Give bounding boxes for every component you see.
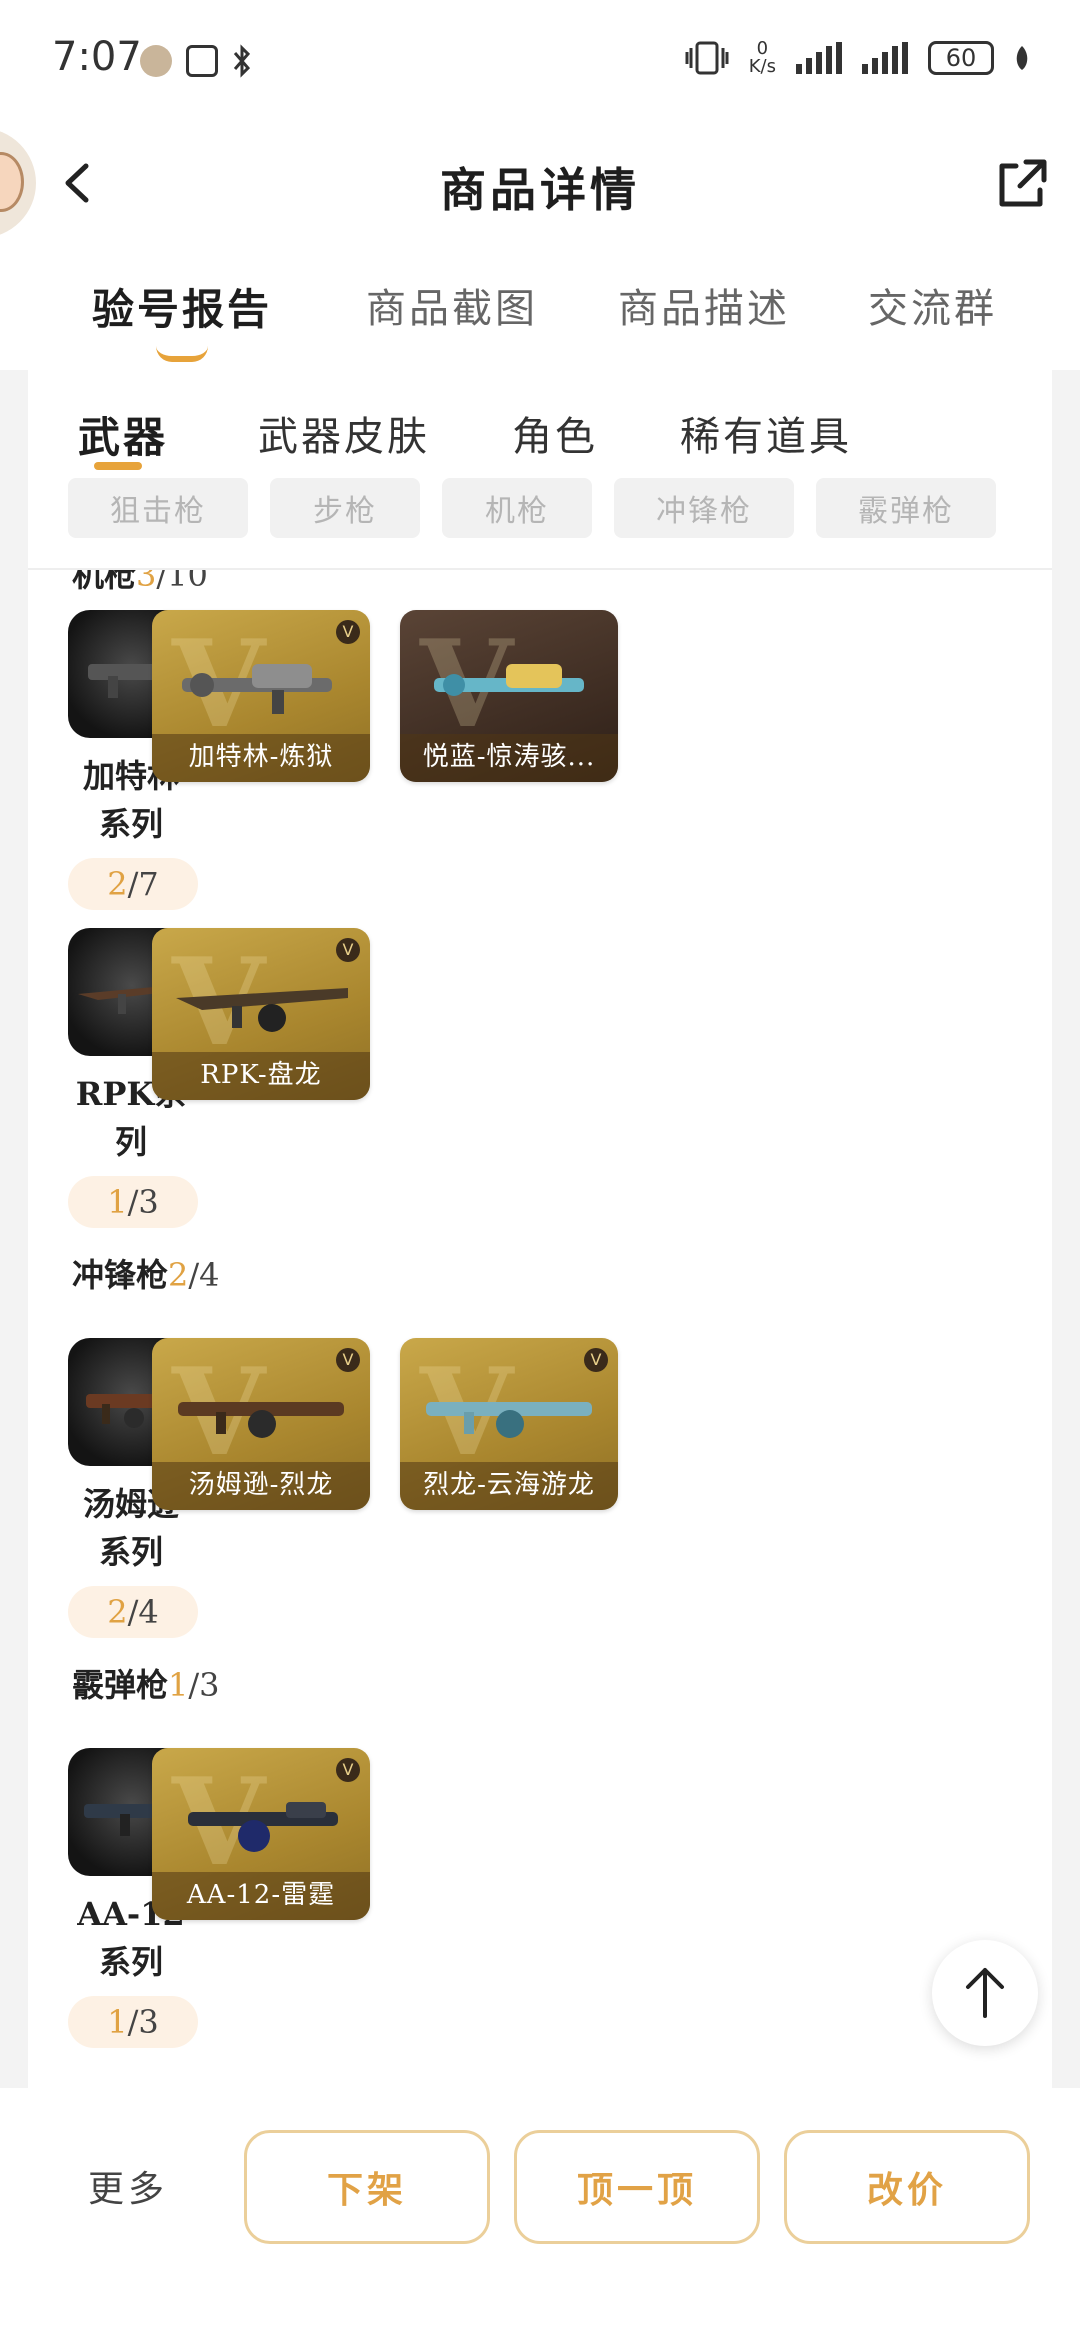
signal-icon bbox=[796, 42, 842, 74]
chip-sniper[interactable]: 狙击枪 bbox=[68, 478, 248, 538]
chip-shotgun[interactable]: 霰弹枪 bbox=[816, 478, 996, 538]
app-notification-icon bbox=[140, 45, 172, 77]
top-nav: 商品详情 bbox=[0, 120, 1080, 250]
skin-card[interactable]: V V RPK-盘龙 bbox=[152, 928, 370, 1100]
tab-inspection-report[interactable]: 验号报告 bbox=[92, 276, 272, 337]
weapon-image bbox=[426, 1402, 592, 1438]
main-tab-bar: 验号报告 商品截图 商品描述 交流群 bbox=[0, 250, 1080, 370]
weapon-image bbox=[176, 988, 348, 1032]
subtab-rare-items[interactable]: 稀有道具 bbox=[680, 404, 852, 462]
skin-card[interactable]: V V 烈龙-云海游龙 bbox=[400, 1338, 618, 1510]
share-button[interactable] bbox=[994, 156, 1050, 212]
arrow-up-icon bbox=[966, 1968, 1004, 2018]
weapon-image bbox=[182, 664, 332, 714]
subtab-weapon-skins[interactable]: 武器皮肤 bbox=[258, 404, 430, 462]
subtab-weapons[interactable]: 武器 bbox=[78, 404, 168, 465]
skin-card[interactable]: V 悦蓝-惊涛骇... bbox=[400, 610, 618, 782]
weapon-image bbox=[188, 1802, 338, 1852]
subtab-indicator bbox=[94, 462, 142, 470]
tab-description[interactable]: 商品描述 bbox=[618, 276, 790, 334]
tab-screenshots[interactable]: 商品截图 bbox=[366, 276, 538, 334]
page-title: 商品详情 bbox=[440, 163, 640, 217]
network-speed: 0 K/s bbox=[748, 38, 776, 77]
chip-machine-gun[interactable]: 机枪 bbox=[442, 478, 592, 538]
subtab-characters[interactable]: 角色 bbox=[512, 404, 598, 462]
report-content[interactable]: 武器 武器皮肤 角色 稀有道具 狙击枪 步枪 机枪 冲锋枪 霰弹枪 机枪3/10… bbox=[28, 370, 1052, 2088]
section-heading-shotgun: 霰弹枪1/3 bbox=[72, 1666, 220, 1704]
series-count: 1/3 bbox=[68, 1176, 198, 1228]
weapon-image bbox=[178, 1402, 344, 1438]
bottom-action-bar: 更多 下架 顶一顶 改价 bbox=[0, 2088, 1080, 2331]
weapon-type-filter: 狙击枪 步枪 机枪 冲锋枪 霰弹枪 bbox=[68, 478, 996, 538]
skin-card[interactable]: V V 加特林-炼狱 bbox=[152, 610, 370, 782]
battery-icon: 60 bbox=[928, 41, 994, 75]
chip-rifle[interactable]: 步枪 bbox=[270, 478, 420, 538]
active-tab-indicator bbox=[156, 346, 208, 362]
chip-smg[interactable]: 冲锋枪 bbox=[614, 478, 794, 538]
signal-2-icon bbox=[862, 42, 908, 74]
section-heading-smg: 冲锋枪2/4 bbox=[72, 1256, 220, 1294]
status-bar: 7:07 0 K/s 60 bbox=[0, 0, 1080, 120]
nfc-icon bbox=[186, 45, 218, 77]
scroll-top-button[interactable] bbox=[932, 1940, 1038, 2046]
skin-card[interactable]: V V 汤姆逊-烈龙 bbox=[152, 1338, 370, 1510]
bump-button[interactable]: 顶一顶 bbox=[514, 2130, 760, 2244]
status-time: 7:07 bbox=[52, 34, 142, 80]
weapon-image bbox=[434, 664, 584, 696]
bluetooth-icon bbox=[233, 44, 251, 78]
tab-chat-group[interactable]: 交流群 bbox=[868, 276, 997, 334]
skin-card[interactable]: V V AA-12-雷霆 bbox=[152, 1748, 370, 1920]
reprice-button[interactable]: 改价 bbox=[784, 2130, 1030, 2244]
category-tab-bar: 武器 武器皮肤 角色 稀有道具 狙击枪 步枪 机枪 冲锋枪 霰弹枪 bbox=[28, 370, 1052, 570]
vibrate-icon bbox=[685, 41, 729, 75]
series-count: 1/3 bbox=[68, 1996, 198, 2048]
delist-button[interactable]: 下架 bbox=[244, 2130, 490, 2244]
series-count: 2/7 bbox=[68, 858, 198, 910]
more-button[interactable]: 更多 bbox=[88, 2160, 168, 2212]
avatar-face-icon bbox=[0, 152, 24, 212]
series-count: 2/4 bbox=[68, 1586, 198, 1638]
leaf-icon bbox=[1016, 46, 1028, 70]
